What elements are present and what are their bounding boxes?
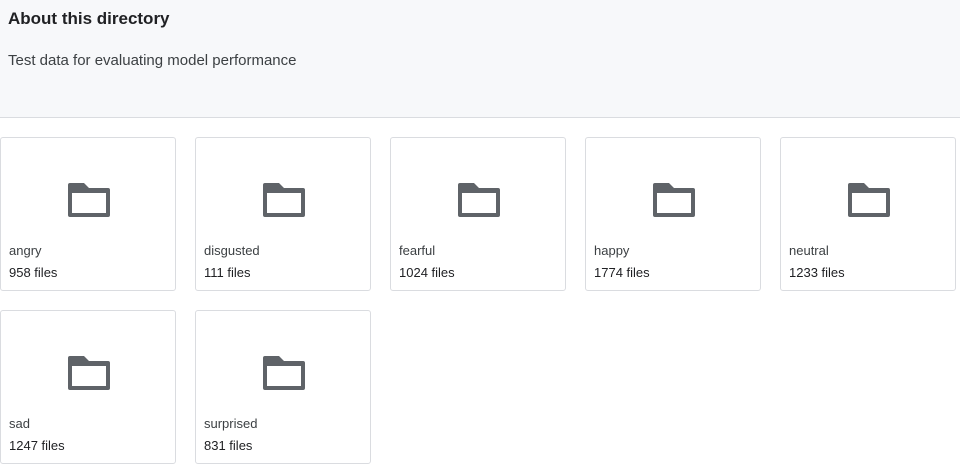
folder-icon xyxy=(651,181,697,219)
folder-card-surprised[interactable]: surprised 831 files xyxy=(195,310,371,464)
folder-name: sad xyxy=(9,416,30,431)
folder-file-count: 1233 files xyxy=(789,265,845,280)
folder-name: happy xyxy=(594,243,630,258)
folder-icon xyxy=(846,181,892,219)
folder-file-count: 1774 files xyxy=(594,265,650,280)
folder-file-count: 1024 files xyxy=(399,265,455,280)
folder-card-sad[interactable]: sad 1247 files xyxy=(0,310,176,464)
about-section: About this directory Test data for evalu… xyxy=(0,0,960,118)
folder-card-disgusted[interactable]: disgusted 111 files xyxy=(195,137,371,291)
folder-name: surprised xyxy=(204,416,258,431)
folder-name: disgusted xyxy=(204,243,260,258)
about-title: About this directory xyxy=(8,9,170,28)
folder-card-neutral[interactable]: neutral 1233 files xyxy=(780,137,956,291)
about-description: Test data for evaluating model performan… xyxy=(8,52,297,69)
folder-file-count: 831 files xyxy=(204,438,253,453)
folder-file-count: 1247 files xyxy=(9,438,65,453)
folder-card-fearful[interactable]: fearful 1024 files xyxy=(390,137,566,291)
folder-card-happy[interactable]: happy 1774 files xyxy=(585,137,761,291)
folder-icon xyxy=(261,354,307,392)
folder-icon xyxy=(261,181,307,219)
folder-icon xyxy=(66,181,112,219)
folder-name: neutral xyxy=(789,243,829,258)
folder-card-angry[interactable]: angry 958 files xyxy=(0,137,176,291)
folder-icon xyxy=(456,181,502,219)
folder-name: fearful xyxy=(399,243,436,258)
folder-file-count: 111 files xyxy=(204,265,251,280)
folder-name: angry xyxy=(9,243,42,258)
folder-file-count: 958 files xyxy=(9,265,58,280)
folder-icon xyxy=(66,354,112,392)
